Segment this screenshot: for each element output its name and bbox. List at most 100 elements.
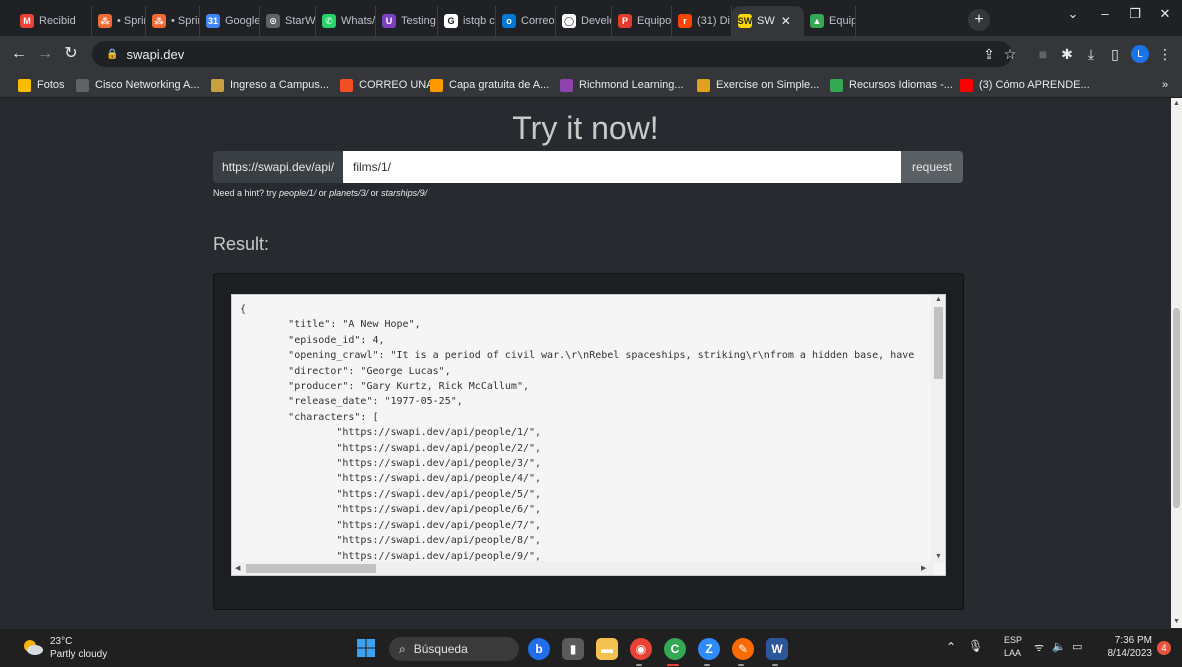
windows-start-icon[interactable]: [357, 639, 375, 657]
weather-temp[interactable]: 23°C: [50, 636, 72, 647]
share-icon[interactable]: ⇪: [980, 46, 998, 62]
browser-tab[interactable]: ⁂ • Sprin: [146, 6, 200, 36]
weather-icon: [22, 638, 44, 656]
browser-toolbar: ← → ↻ 🔒 swapi.dev ⇪ ☆ ■ ✱ ⤓ ▯ L ⋮: [0, 36, 1182, 72]
weather-desc[interactable]: Partly cloudy: [50, 649, 107, 660]
address-bar[interactable]: 🔒 swapi.dev: [92, 41, 1012, 67]
app-file-explorer-icon[interactable]: ▬: [596, 638, 618, 660]
browser-tab[interactable]: P Equipo: [612, 6, 672, 36]
hint-or-1: or: [316, 188, 330, 198]
app-copilot-icon[interactable]: b: [528, 638, 550, 660]
profile-avatar[interactable]: L: [1131, 45, 1149, 63]
code-vertical-scroll-thumb[interactable]: [934, 307, 943, 379]
scroll-right-icon[interactable]: ▶: [921, 564, 926, 572]
tab-title: SW: [757, 15, 775, 27]
hint-example-planets[interactable]: planets/3/: [329, 188, 368, 198]
lock-icon: 🔒: [106, 48, 119, 60]
running-indicator: [772, 664, 778, 666]
menu-kebab-icon[interactable]: ⋮: [1156, 46, 1174, 62]
clock-date[interactable]: 8/14/2023: [1098, 648, 1153, 659]
browser-tab[interactable]: 31 Google: [200, 6, 260, 36]
taskbar-search[interactable]: ⌕ Búsqueda: [389, 637, 519, 661]
browser-tab[interactable]: ✆ Whats/: [316, 6, 376, 36]
tab-title: • Sprin: [117, 15, 145, 27]
language-bottom[interactable]: LAA: [1004, 648, 1021, 658]
browser-tab[interactable]: M Recibid: [14, 6, 92, 36]
back-icon[interactable]: ←: [10, 45, 28, 63]
volume-icon[interactable]: 🔈: [1052, 640, 1066, 653]
bookmark-item[interactable]: Capa gratuita de A...: [430, 77, 549, 93]
bookmark-item[interactable]: Cisco Networking A...: [76, 77, 200, 93]
app-task-view-icon[interactable]: ▮: [562, 638, 584, 660]
code-horizontal-scroll-thumb[interactable]: [246, 564, 376, 573]
search-icon: ⌕: [399, 641, 406, 656]
browser-tab[interactable]: ⊙ StarWa: [260, 6, 316, 36]
browser-tab[interactable]: ▲ Equipo: [804, 6, 856, 36]
hint-example-starships[interactable]: starships/9/: [381, 188, 427, 198]
close-window-button[interactable]: ✕: [1150, 6, 1180, 22]
wifi-icon[interactable]: ᯤ: [1034, 640, 1044, 655]
battery-icon[interactable]: ▭: [1072, 640, 1082, 653]
page-scroll-up-icon[interactable]: ▲: [1173, 100, 1180, 107]
tray-overflow-icon[interactable]: ⌃: [946, 640, 956, 654]
scroll-down-icon[interactable]: ▼: [935, 553, 942, 560]
extension-icon[interactable]: ■: [1034, 46, 1052, 62]
app-word-icon[interactable]: W: [766, 638, 788, 660]
forward-icon[interactable]: →: [36, 45, 54, 63]
more-bookmarks-icon[interactable]: »: [1162, 77, 1168, 93]
tab-title: istqb c: [463, 15, 495, 27]
page-scroll-down-icon[interactable]: ▼: [1173, 618, 1180, 625]
new-tab-button[interactable]: +: [968, 9, 990, 31]
close-tab-icon[interactable]: ✕: [781, 14, 791, 28]
bookmark-item[interactable]: (3) Cómo APRENDE...: [960, 77, 1090, 93]
microphone-icon[interactable]: 🎙: [968, 639, 983, 653]
puzzle-extensions-icon[interactable]: ✱: [1058, 46, 1076, 62]
bookmark-item[interactable]: CORREO UNAD: [340, 77, 442, 93]
page-scrollbar[interactable]: ▲ ▼: [1171, 98, 1182, 628]
tab-title: Whats/: [341, 15, 376, 27]
reload-icon[interactable]: ↻: [62, 45, 80, 63]
bookmark-item[interactable]: Ingreso a Campus...: [211, 77, 329, 93]
request-button[interactable]: request: [901, 151, 963, 183]
bookmark-star-icon[interactable]: ☆: [1001, 46, 1019, 62]
browser-tab[interactable]: SW SW ✕: [732, 6, 804, 36]
tab-search-icon[interactable]: ⌄: [1058, 6, 1088, 22]
browser-tab[interactable]: r (31) Di: [672, 6, 732, 36]
search-placeholder: Búsqueda: [413, 642, 468, 656]
page-scroll-thumb[interactable]: [1173, 308, 1180, 508]
bookmark-item[interactable]: Richmond Learning...: [560, 77, 684, 93]
download-icon[interactable]: ⤓: [1082, 46, 1100, 62]
result-code-area[interactable]: { "title": "A New Hope", "episode_id": 4…: [231, 294, 946, 576]
api-path-input[interactable]: [343, 151, 901, 183]
bookmark-favicon-icon: [76, 78, 89, 92]
browser-tab[interactable]: ⁂ • Sprin: [92, 6, 146, 36]
minimize-button[interactable]: –: [1090, 6, 1120, 21]
tab-favicon-icon: ✆: [322, 14, 336, 28]
clock-time[interactable]: 7:36 PM: [1100, 635, 1152, 646]
notification-badge[interactable]: 4: [1157, 641, 1171, 655]
hint-example-people[interactable]: people/1/: [279, 188, 316, 198]
bookmark-favicon-icon: [340, 78, 353, 92]
browser-tab[interactable]: o Correo: [496, 6, 556, 36]
bookmark-item[interactable]: Recursos Idiomas -...: [830, 77, 953, 93]
bookmarks-bar: Fotos Cisco Networking A... Ingreso a Camp…: [0, 72, 1182, 98]
bookmark-item[interactable]: Fotos: [18, 77, 65, 93]
app-chrome-icon[interactable]: ◉: [630, 638, 652, 660]
restore-button[interactable]: ❐: [1120, 6, 1150, 22]
app-chrome-profile-icon[interactable]: C: [664, 638, 686, 660]
code-vertical-scrollbar[interactable]: ▲ ▼: [931, 295, 945, 563]
tab-title: Correo: [521, 15, 555, 27]
app-zoom-icon[interactable]: Z: [698, 638, 720, 660]
scroll-left-icon[interactable]: ◀: [235, 564, 240, 572]
browser-tab[interactable]: Gistqb c: [438, 6, 496, 36]
scroll-up-icon[interactable]: ▲: [935, 296, 942, 303]
app-postman-icon[interactable]: ✎: [732, 638, 754, 660]
browser-tab[interactable]: U Testing: [376, 6, 438, 36]
running-indicator: [704, 664, 710, 666]
side-panel-icon[interactable]: ▯: [1106, 46, 1124, 62]
code-horizontal-scrollbar[interactable]: ◀ ▶: [232, 561, 933, 575]
browser-tab[interactable]: ◯ Develo: [556, 6, 612, 36]
page-content: Try it now! https://swapi.dev/api/ reque…: [0, 98, 1171, 628]
bookmark-item[interactable]: Exercise on Simple...: [697, 77, 819, 93]
language-top[interactable]: ESP: [1004, 635, 1022, 645]
